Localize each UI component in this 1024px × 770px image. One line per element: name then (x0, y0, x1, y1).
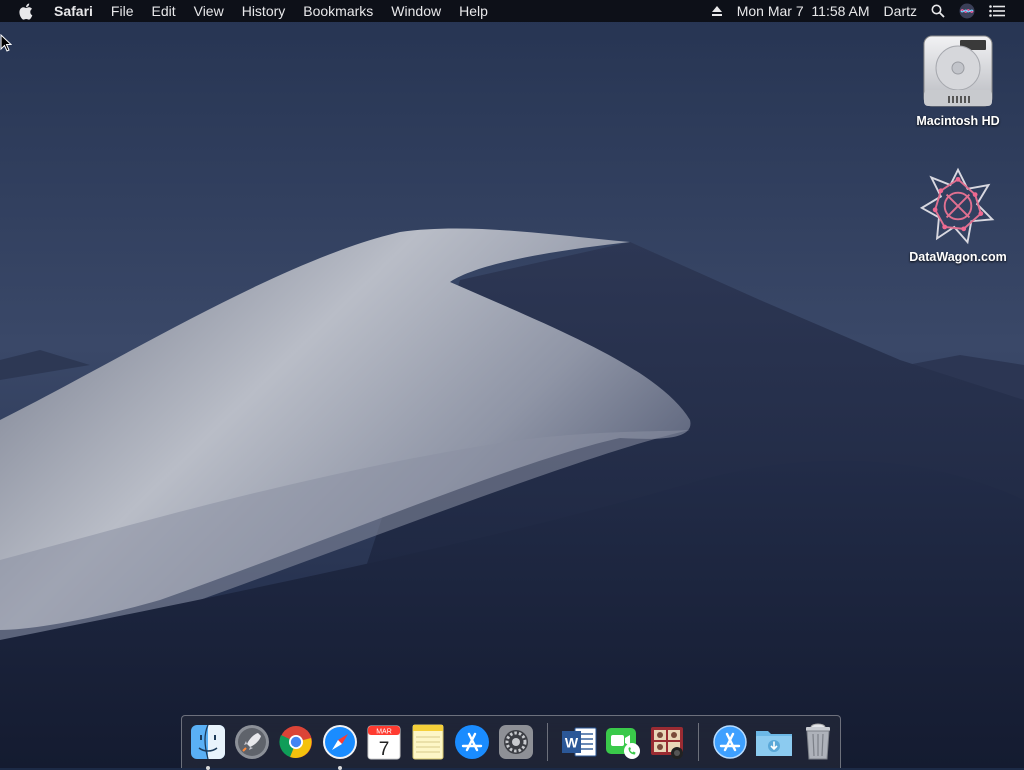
downloads-folder-icon (756, 731, 792, 756)
menubar-user[interactable]: Dartz (877, 0, 924, 22)
dock: MAR 7 W (181, 715, 841, 770)
chrome-icon (279, 726, 312, 758)
app-store-icon (455, 725, 489, 759)
trash-icon (806, 723, 830, 760)
menubar-clock[interactable]: Mon Mar 7 11:58 AM (730, 0, 877, 22)
apple-menu-icon[interactable] (18, 2, 36, 20)
desktop-wallpaper (0, 0, 1024, 768)
dock-item-launchpad[interactable] (232, 722, 272, 762)
eject-icon[interactable] (704, 5, 730, 17)
menu-history[interactable]: History (233, 0, 295, 22)
dock-item-facetime[interactable] (603, 722, 643, 762)
dock-separator (698, 723, 699, 761)
menu-edit[interactable]: Edit (142, 0, 184, 22)
siri-icon[interactable] (952, 3, 982, 19)
menu-file[interactable]: File (102, 0, 143, 22)
menu-bar: Safari File Edit View History Bookmarks … (0, 0, 1024, 22)
dock-item-app-store[interactable] (452, 722, 492, 762)
photo-booth-icon (651, 727, 683, 759)
running-indicator (206, 766, 210, 770)
menu-view[interactable]: View (185, 0, 233, 22)
dock-item-downloads-folder[interactable] (754, 722, 794, 762)
running-indicator (338, 766, 342, 770)
hard-drive-icon (918, 30, 998, 110)
desktop-icon-macintosh-hd[interactable]: Macintosh HD (898, 30, 1018, 128)
mouse-pointer-icon (0, 34, 12, 52)
calendar-day: 7 (379, 739, 390, 760)
dock-item-chrome[interactable] (276, 722, 316, 762)
calendar-icon: MAR 7 (367, 725, 401, 760)
applications-folder-icon (713, 725, 747, 759)
launchpad-rocket-icon (235, 725, 269, 759)
desktop-icon-datawagon[interactable]: DataWagon.com (898, 166, 1018, 264)
dock-item-safari[interactable] (320, 722, 360, 770)
menu-app-safari[interactable]: Safari (54, 0, 102, 22)
word-letter: W (565, 735, 579, 751)
spotlight-search-icon[interactable] (924, 4, 952, 18)
menu-bookmarks[interactable]: Bookmarks (294, 0, 382, 22)
dock-item-applications-folder[interactable] (710, 722, 750, 762)
calendar-month: MAR (376, 729, 392, 736)
dock-item-system-preferences[interactable] (496, 722, 536, 762)
safari-compass-icon (323, 725, 357, 759)
dock-item-finder[interactable] (188, 722, 228, 770)
dock-item-photo-booth[interactable] (647, 722, 687, 762)
datawagon-icon (918, 166, 998, 246)
dock-item-notes[interactable] (408, 722, 448, 762)
notes-icon (412, 724, 444, 760)
dock-item-trash[interactable] (798, 722, 838, 762)
menu-window[interactable]: Window (382, 0, 450, 22)
desktop-icon-label: DataWagon.com (909, 250, 1007, 264)
notification-center-icon[interactable] (982, 5, 1012, 17)
desktop-icon-label: Macintosh HD (916, 114, 1000, 128)
dock-item-calendar[interactable]: MAR 7 (364, 722, 404, 762)
menu-help[interactable]: Help (450, 0, 497, 22)
dock-separator (547, 723, 548, 761)
gear-icon (499, 725, 533, 759)
dock-item-microsoft-word[interactable]: W (559, 722, 599, 762)
finder-icon (191, 724, 225, 760)
facetime-icon (606, 728, 640, 759)
microsoft-word-icon: W (562, 727, 597, 757)
